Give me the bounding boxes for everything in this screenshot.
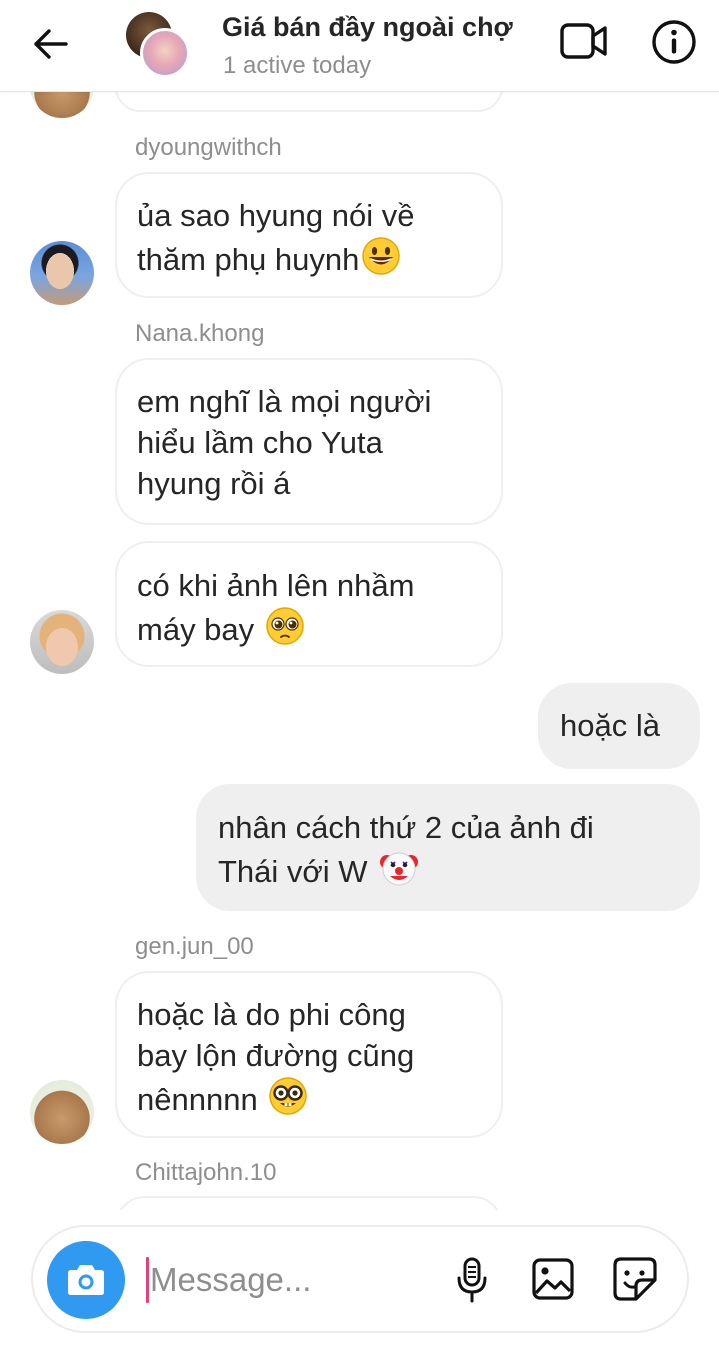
sender-name: dyoungwithch [135,134,282,161]
message-bubble-outgoing[interactable]: nhân cách thứ 2 của ảnh đi Thái với W [196,784,700,911]
message-text: hyung rồi á [137,466,291,501]
sender-name: Nana.khong [135,320,265,347]
message-text-line: máy bay [137,606,481,656]
message-text-line: thăm phụ huynh [137,236,481,286]
back-button[interactable] [26,22,74,66]
message-bubble[interactable]: em nghĩ là mọi người hiểu lầm cho Yuta h… [115,358,503,525]
avatar[interactable] [30,610,94,674]
image-icon [532,1258,574,1300]
info-icon [652,20,696,64]
message-bubble[interactable]: có khi ảnh lên nhầm máy bay [115,541,503,667]
message-text: ủa sao hyung nói về [137,198,415,233]
message-list[interactable]: dyoungwithch ủa sao hyung nói về thăm ph… [0,92,719,1210]
avatar[interactable] [30,92,94,118]
info-button[interactable] [650,18,698,66]
sticker-icon [613,1257,657,1301]
pleading-face-emoji-icon [265,606,305,656]
message-text: thăm phụ huynh [137,242,360,277]
message-text: hoặc là [560,708,660,743]
group-avatar[interactable] [126,12,192,78]
message-bubble[interactable] [115,92,503,112]
message-composer [31,1225,689,1333]
avatar[interactable] [30,1080,94,1144]
message-text: nhân cách thứ 2 của ảnh đi [218,810,594,845]
message-text-line: nênnnnn [137,1076,481,1126]
message-text: bay lộn đường cũng [137,1038,415,1073]
message-text: em nghĩ là mọi người [137,384,432,419]
nerd-face-emoji-icon [268,1076,308,1126]
message-text: nênnnnn [137,1082,267,1117]
microphone-icon [457,1257,487,1303]
grinning-face-emoji-icon [361,236,401,286]
camera-button[interactable] [47,1241,125,1319]
gallery-button[interactable] [529,1255,577,1303]
message-text: có khi ảnh lên nhầm [137,568,415,603]
video-camera-icon [560,23,607,59]
clown-face-emoji-icon [378,848,420,898]
video-call-button[interactable] [556,18,612,64]
sender-name: Chittajohn.10 [135,1159,277,1186]
active-status: 1 active today [223,52,372,79]
chat-header: Giá bán đầy ngoài chợ 1 active today [0,0,719,92]
message-bubble[interactable]: hoặc là do phi công bay lộn đường cũng n… [115,971,503,1138]
message-input[interactable] [150,1255,430,1305]
message-text: Thái với W [218,854,377,889]
sticker-button[interactable] [611,1255,659,1303]
text-cursor [146,1257,149,1303]
voice-message-button[interactable] [451,1251,493,1309]
avatar[interactable] [30,241,94,305]
message-text-line: Thái với W [218,848,678,898]
chat-title[interactable]: Giá bán đầy ngoài chợ [222,12,513,43]
arrow-left-icon [34,29,68,59]
sender-name: gen.jun_00 [135,933,254,960]
camera-icon [68,1265,104,1295]
message-bubble[interactable]: ủa sao hyung nói về thăm phụ huynh [115,172,503,298]
group-avatar-member-2 [140,28,190,78]
message-text: hoặc là do phi công [137,997,406,1032]
message-bubble-outgoing[interactable]: hoặc là [538,683,700,769]
message-bubble[interactable] [115,1196,503,1210]
chat-screen: Giá bán đầy ngoài chợ 1 active today dyo… [0,0,719,1363]
message-text: máy bay [137,612,263,647]
message-text: hiểu lầm cho Yuta [137,425,383,460]
